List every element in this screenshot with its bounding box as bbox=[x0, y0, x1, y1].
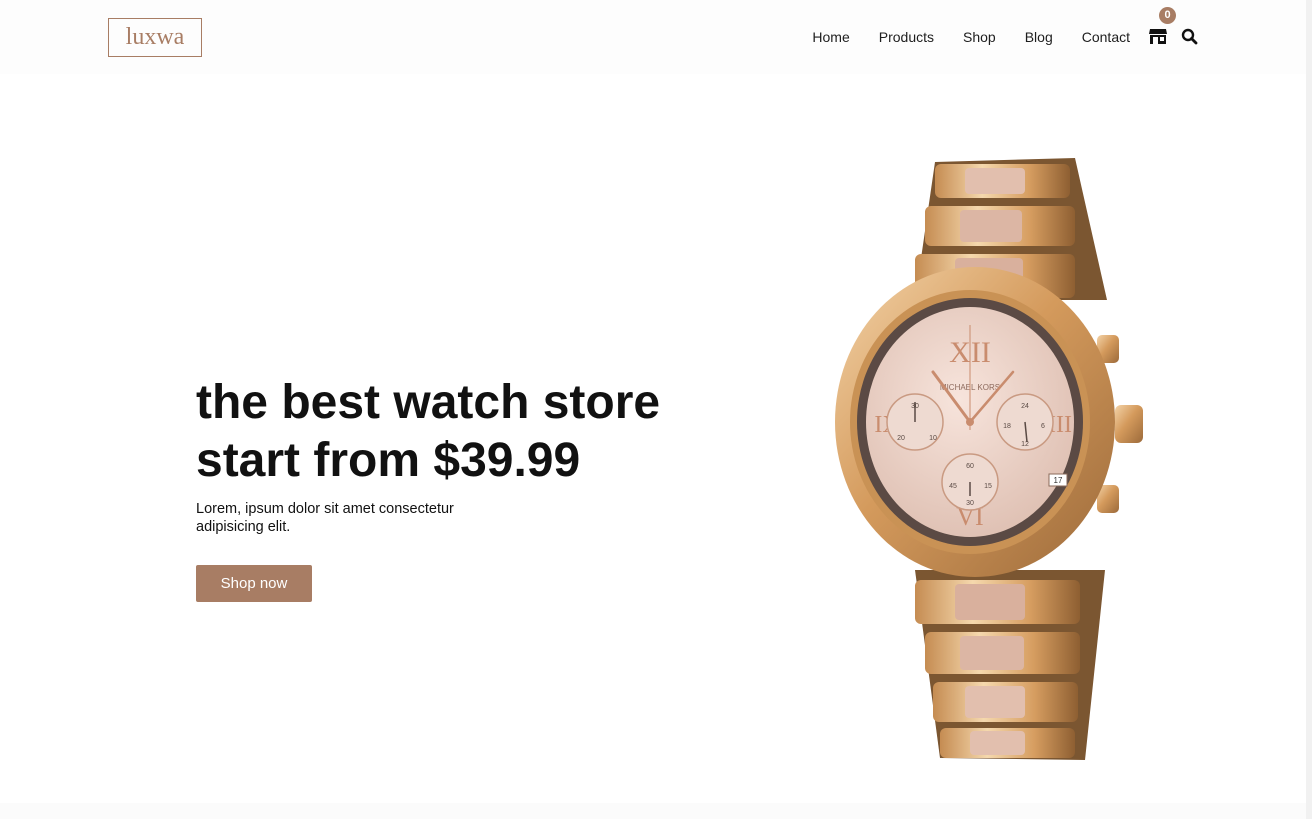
nav-item-products[interactable]: Products bbox=[879, 27, 934, 47]
left-subdial: 30 20 10 bbox=[886, 393, 944, 451]
search-icon bbox=[1181, 28, 1198, 45]
svg-text:45: 45 bbox=[949, 483, 957, 490]
svg-text:60: 60 bbox=[966, 463, 974, 470]
svg-text:30: 30 bbox=[966, 500, 974, 507]
hero-description: Lorem, ipsum dolor sit amet consectetur … bbox=[196, 501, 454, 535]
svg-text:18: 18 bbox=[1003, 423, 1011, 430]
svg-text:12: 12 bbox=[1021, 441, 1029, 448]
scrollbar[interactable] bbox=[1306, 0, 1312, 819]
bottom-subdial: 60 45 15 30 bbox=[941, 453, 999, 511]
right-subdial: 24 18 6 12 bbox=[996, 393, 1054, 451]
site-header: luxwa Home Products Shop Blog Contact 0 bbox=[0, 0, 1312, 74]
shop-now-button[interactable]: Shop now bbox=[196, 565, 312, 602]
date-window: 17 bbox=[1054, 476, 1063, 485]
cart-button[interactable] bbox=[1148, 26, 1168, 46]
svg-text:20: 20 bbox=[897, 435, 905, 442]
footer-strip bbox=[0, 803, 1312, 819]
logo[interactable]: luxwa bbox=[108, 18, 202, 57]
store-icon bbox=[1149, 29, 1167, 44]
watch-image: XII III VI IX MICHAEL KORS 30 20 10 24 1… bbox=[835, 158, 1143, 760]
main-nav: Home Products Shop Blog Contact bbox=[812, 27, 1130, 47]
nav-item-blog[interactable]: Blog bbox=[1025, 27, 1053, 47]
cart-count-badge: 0 bbox=[1159, 7, 1176, 24]
svg-text:24: 24 bbox=[1021, 403, 1029, 410]
hero-title-line-2: start from $39.99 bbox=[196, 434, 581, 487]
svg-text:6: 6 bbox=[1041, 423, 1045, 430]
nav-item-home[interactable]: Home bbox=[812, 27, 849, 47]
search-button[interactable] bbox=[1181, 28, 1198, 45]
nav-item-contact[interactable]: Contact bbox=[1082, 27, 1130, 47]
hero-title-line-1: the best watch store bbox=[196, 376, 661, 429]
nav-item-shop[interactable]: Shop bbox=[963, 27, 996, 47]
hero-title: the best watch store start from $39.99 bbox=[196, 374, 716, 490]
svg-text:15: 15 bbox=[984, 483, 992, 490]
page: luxwa Home Products Shop Blog Contact 0 bbox=[0, 0, 1312, 819]
svg-text:10: 10 bbox=[929, 435, 937, 442]
